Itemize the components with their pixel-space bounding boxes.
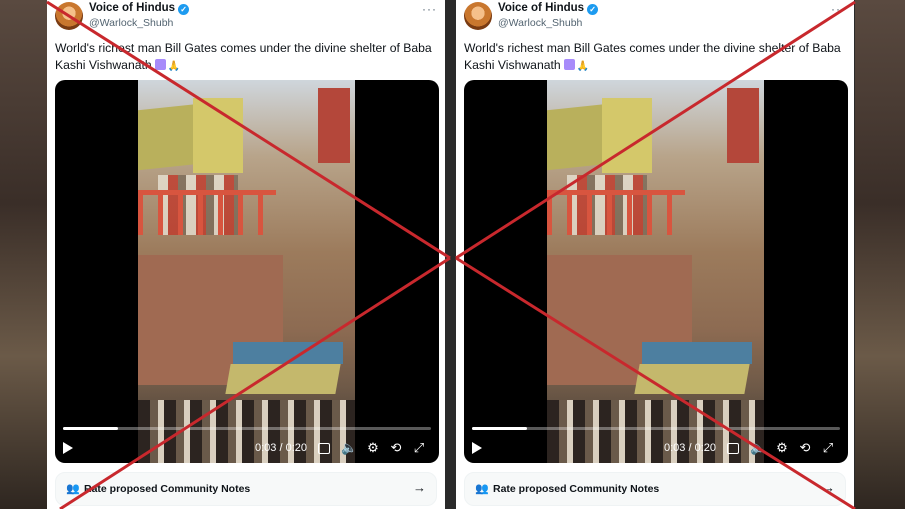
video-progress-bar[interactable] <box>63 427 431 430</box>
video-player[interactable]: 0:03 / 0:20 🔈 ⚙ ⟲ ⤢ <box>55 80 439 463</box>
community-notes-bar[interactable]: 👥 Rate proposed Community Notes → <box>55 472 437 506</box>
author-name[interactable]: Voice of Hindus ✓ <box>89 2 190 15</box>
settings-gear-icon[interactable]: ⚙ <box>366 440 380 455</box>
community-notes-bar[interactable]: 👥 Rate proposed Community Notes → <box>464 472 846 506</box>
video-frame <box>547 80 764 463</box>
tweet-text: World's richest man Bill Gates comes und… <box>464 40 846 75</box>
author-handle[interactable]: @Warlock_Shubh <box>89 17 173 29</box>
arrow-right-icon[interactable]: → <box>822 480 835 495</box>
tweet-header: Voice of Hindus ✓ @Warlock_Shubh ··· <box>464 0 846 34</box>
play-icon[interactable] <box>63 442 73 454</box>
fullscreen-icon[interactable]: ⤢ <box>821 440 835 455</box>
verified-badge-icon: ✓ <box>178 4 190 15</box>
captions-icon[interactable] <box>318 443 330 454</box>
om-emoji-icon <box>563 59 575 70</box>
background-right <box>855 0 905 509</box>
om-emoji-icon <box>154 59 166 70</box>
tweet-text: World's richest man Bill Gates comes und… <box>55 40 437 75</box>
people-icon: 👥 <box>475 483 489 495</box>
folded-hands-emoji-icon: 🙏 <box>167 61 181 72</box>
tweet-card-1: Voice of Hindus ✓ @Warlock_Shubh ··· Worl… <box>47 0 445 509</box>
tweet-header: Voice of Hindus ✓ @Warlock_Shubh ··· <box>55 0 437 34</box>
video-progress-bar[interactable] <box>472 427 840 430</box>
tweet-card-2: Voice of Hindus ✓ @Warlock_Shubh ··· Worl… <box>456 0 854 509</box>
loop-icon[interactable]: ⟲ <box>798 440 812 455</box>
video-progress-fill <box>63 427 119 430</box>
video-time: 0:03 / 0:20 <box>255 442 307 454</box>
captions-icon[interactable] <box>727 443 739 454</box>
play-icon[interactable] <box>472 442 482 454</box>
fullscreen-icon[interactable]: ⤢ <box>412 440 426 455</box>
video-time: 0:03 / 0:20 <box>664 442 716 454</box>
more-options-icon[interactable]: ··· <box>422 2 437 16</box>
video-frame <box>138 80 355 463</box>
loop-icon[interactable]: ⟲ <box>389 440 403 455</box>
volume-icon[interactable]: 🔈 <box>341 440 357 455</box>
more-options-icon[interactable]: ··· <box>831 2 846 16</box>
avatar[interactable] <box>55 2 83 30</box>
settings-gear-icon[interactable]: ⚙ <box>775 440 789 455</box>
author-name[interactable]: Voice of Hindus ✓ <box>498 2 599 15</box>
community-notes-label: Rate proposed Community Notes <box>493 483 660 495</box>
volume-icon[interactable]: 🔈 <box>750 440 766 455</box>
avatar[interactable] <box>464 2 492 30</box>
background-left <box>0 0 50 509</box>
folded-hands-emoji-icon: 🙏 <box>576 61 590 72</box>
arrow-right-icon[interactable]: → <box>413 480 426 495</box>
author-handle[interactable]: @Warlock_Shubh <box>498 17 582 29</box>
people-icon: 👥 <box>66 483 80 495</box>
video-player[interactable]: 0:03 / 0:20 🔈 ⚙ ⟲ ⤢ <box>464 80 848 463</box>
community-notes-label: Rate proposed Community Notes <box>84 483 251 495</box>
verified-badge-icon: ✓ <box>587 4 599 15</box>
video-progress-fill <box>472 427 528 430</box>
